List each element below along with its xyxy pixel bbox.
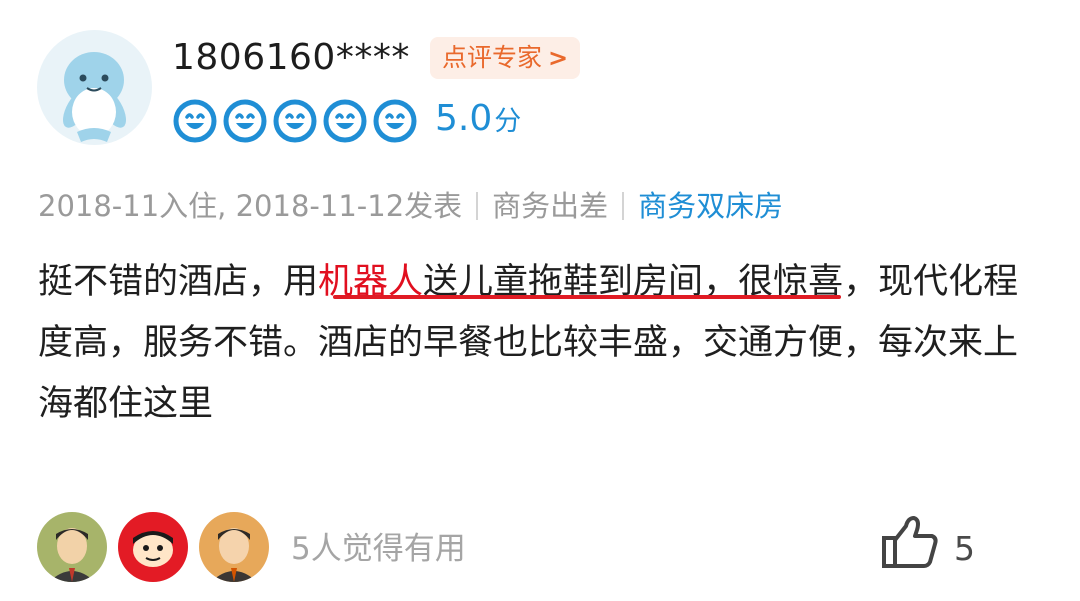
person-icon xyxy=(199,512,269,582)
thumbs-up-icon[interactable] xyxy=(880,512,940,572)
trip-type: 商务出差 xyxy=(492,189,609,223)
rating-row: 5.0分 xyxy=(173,97,521,144)
room-type-link[interactable]: 商务双床房 xyxy=(638,184,783,228)
expert-badge[interactable]: 点评专家 > xyxy=(430,37,581,79)
person-icon xyxy=(37,512,107,582)
liker-avatar[interactable] xyxy=(37,512,107,582)
divider xyxy=(622,192,625,220)
liker-avatar[interactable] xyxy=(199,512,269,582)
cartoon-face-icon xyxy=(118,512,188,582)
divider xyxy=(476,192,479,220)
useful-count-text[interactable]: 5人觉得有用 xyxy=(291,527,466,571)
smiley-icon xyxy=(273,99,317,142)
stay-dates: 2018-11入住, 2018-11-12发表 xyxy=(38,189,463,223)
dolphin-icon xyxy=(63,52,126,142)
smiley-icon xyxy=(323,99,367,142)
reviewer-avatar[interactable] xyxy=(37,30,152,145)
chevron-right-icon: > xyxy=(548,44,569,72)
rating-score: 5.0分 xyxy=(435,98,522,139)
review-meta: 2018-11入住, 2018-11-12发表 商务出差 商务双床房 xyxy=(38,184,783,228)
liker-avatar[interactable] xyxy=(118,512,188,582)
reviewer-username[interactable]: 1806160**** xyxy=(172,34,410,82)
smiley-icon xyxy=(173,99,217,142)
badge-label: 点评专家 xyxy=(442,43,543,72)
smiley-icon xyxy=(223,99,267,142)
review-text: 挺不错的酒店，用机器人送儿童拖鞋到房间，很惊喜，现代化程度高，服务不错。酒店的早… xyxy=(38,262,1019,424)
liker-avatars[interactable] xyxy=(37,512,280,582)
red-underline xyxy=(333,295,841,299)
smiley-icon xyxy=(373,99,417,142)
like-count: 5 xyxy=(954,529,975,568)
